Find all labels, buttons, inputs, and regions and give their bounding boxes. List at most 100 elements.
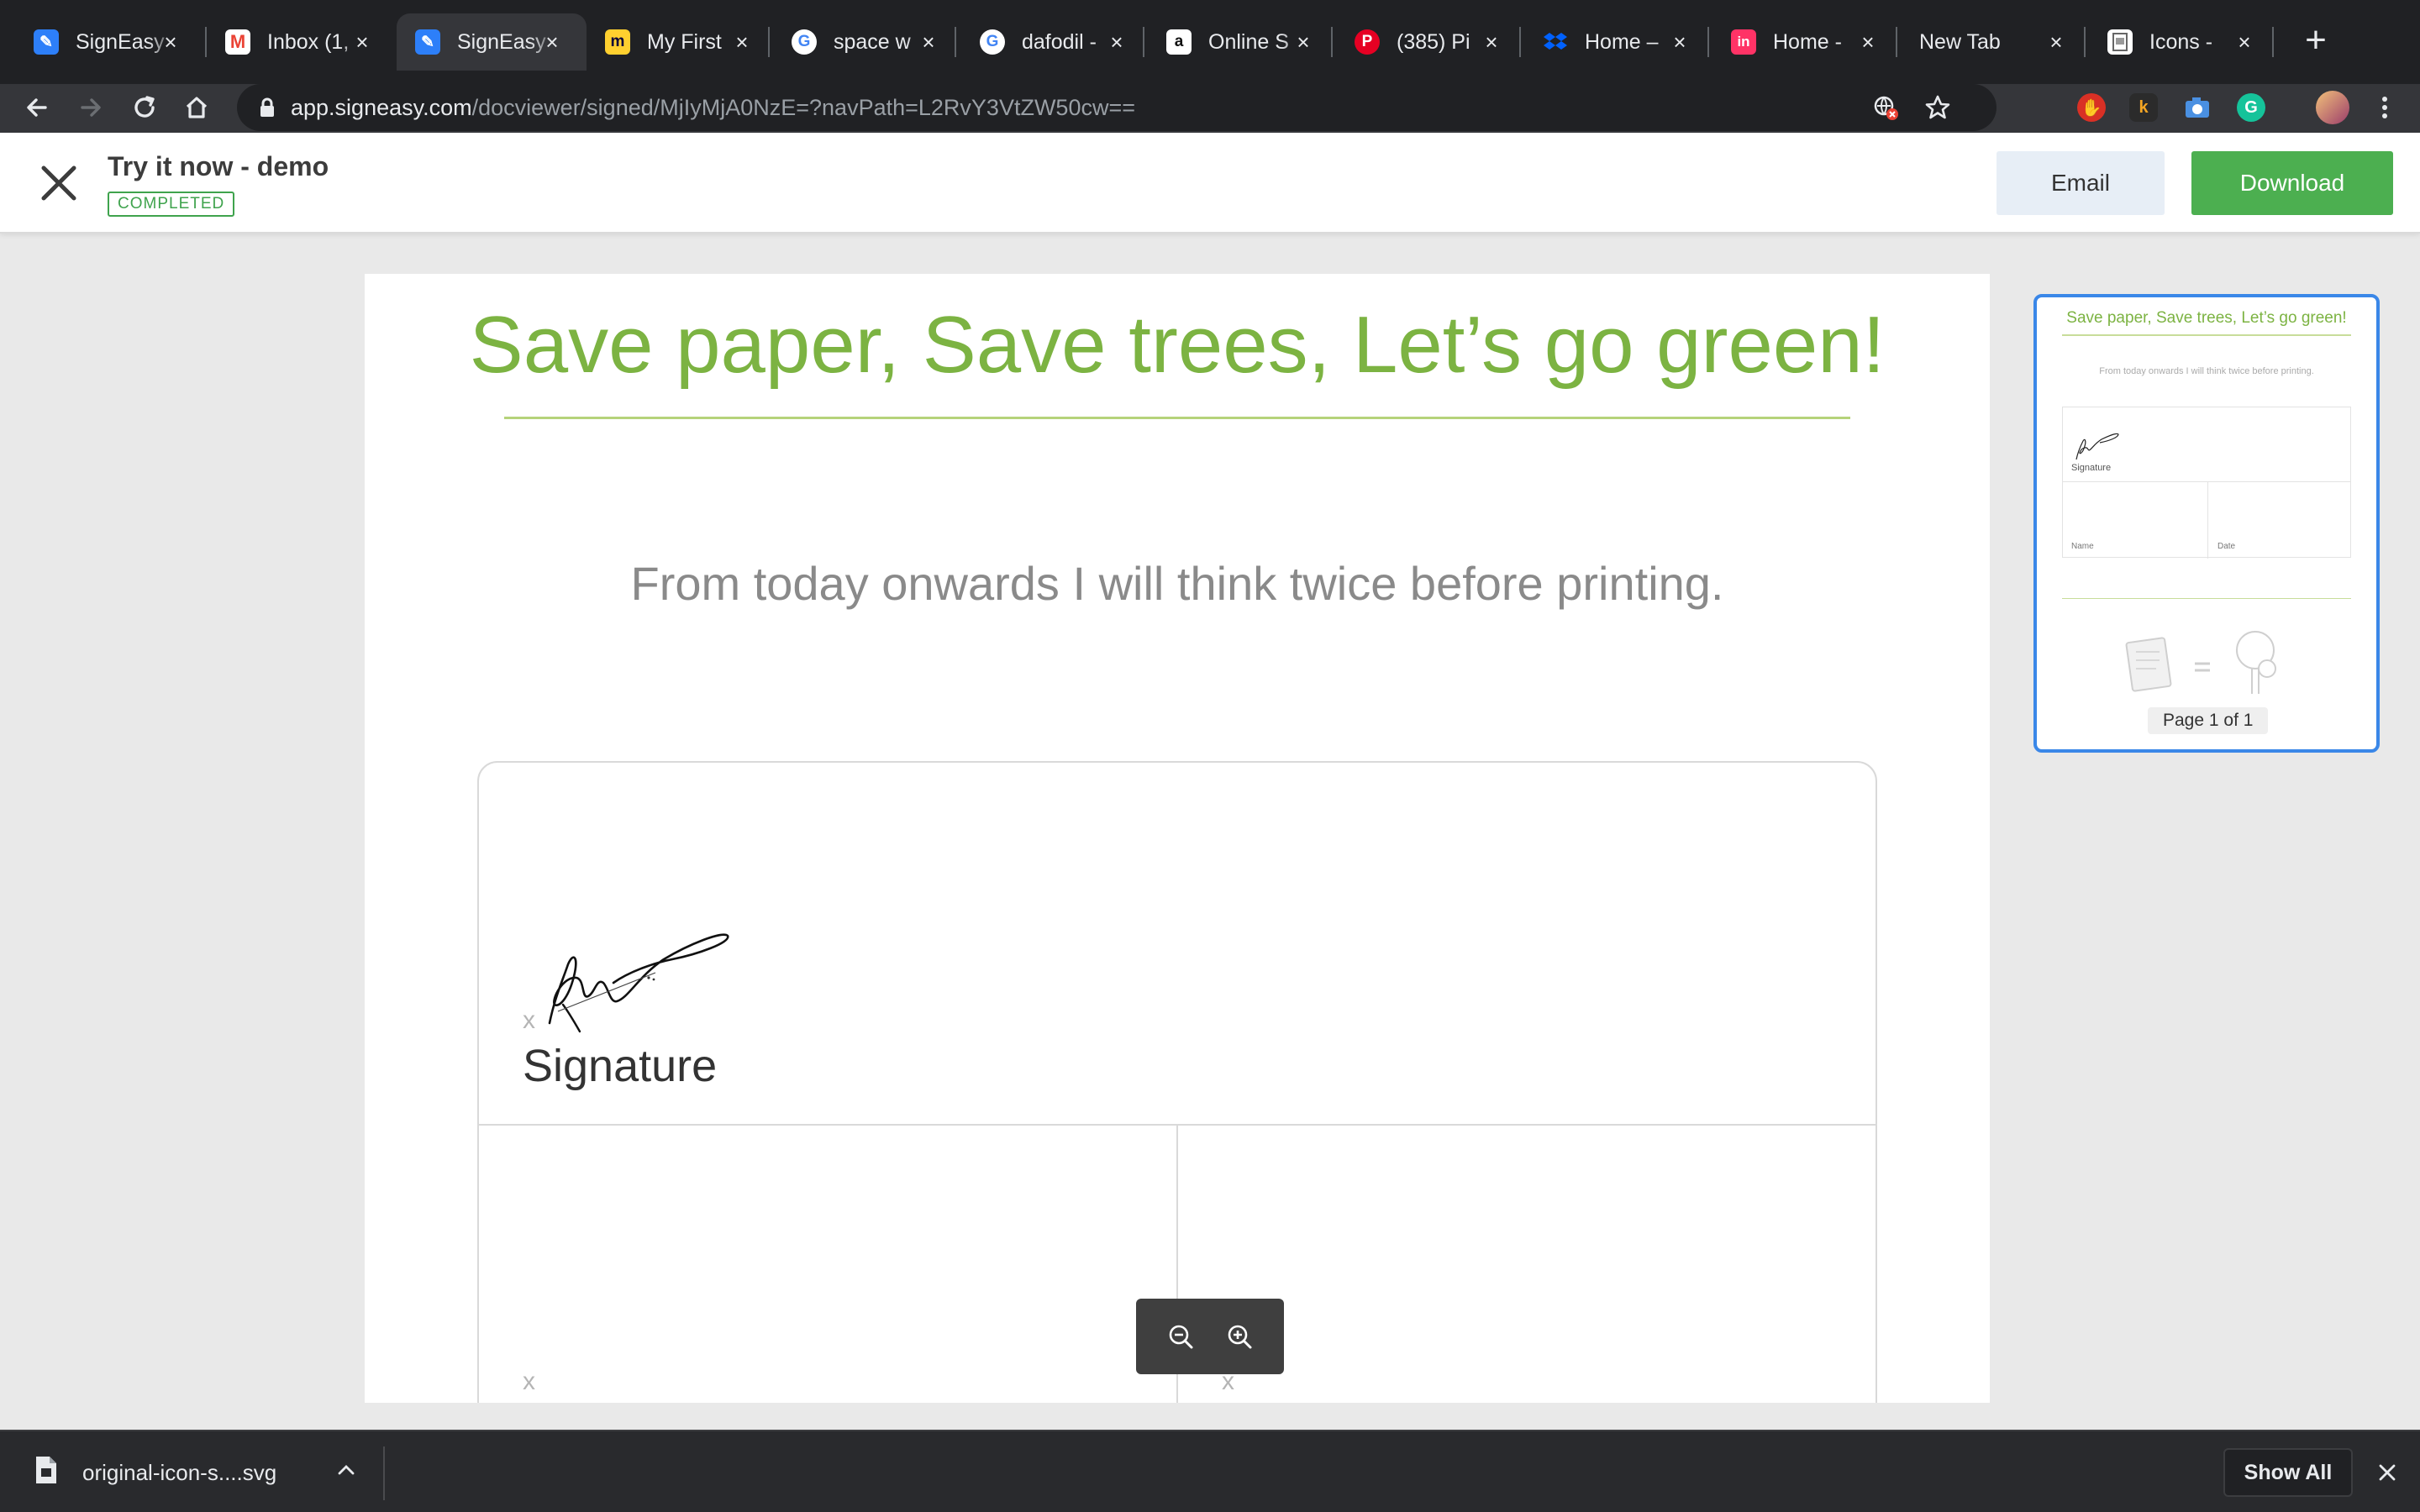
close-tab-icon[interactable]: × [1667, 29, 1692, 55]
forward-button[interactable] [71, 87, 111, 128]
browser-tab-active[interactable]: ✎ SignEasy × [397, 13, 587, 71]
tab-separator [1519, 27, 1521, 57]
zoom-in-button[interactable] [1218, 1315, 1261, 1358]
miro-icon: m [605, 29, 630, 55]
blocked-content-icon[interactable] [1872, 94, 1899, 121]
browser-tab[interactable]: G dafodil - × [961, 13, 1151, 71]
download-button[interactable]: Download [2191, 151, 2393, 215]
reload-button[interactable] [124, 87, 165, 128]
thumbnail-name-label: Name [2071, 542, 2094, 551]
close-tab-icon[interactable]: × [916, 29, 941, 55]
reload-icon [134, 96, 155, 118]
url-text: app.signeasy.com/docviewer/signed/MjIyMj… [291, 95, 1135, 121]
file-icon [36, 1457, 56, 1483]
url-path: /docviewer/signed/MjIyMjA0NzE=?navPath=L… [471, 95, 1135, 120]
lock-icon [260, 97, 274, 117]
home-button[interactable] [176, 87, 217, 128]
close-tab-icon[interactable]: × [2232, 29, 2257, 55]
tab-separator [1143, 27, 1144, 57]
close-tab-icon[interactable]: × [158, 29, 183, 55]
document-page: Save paper, Save trees, Let’s go green! … [365, 274, 1990, 1403]
browser-tab[interactable]: a Online S × [1148, 13, 1338, 71]
tab-separator [955, 27, 956, 57]
thumbnail-subheading: From today onwards I will think twice be… [2099, 366, 2314, 376]
browser-tab[interactable]: Icons - × [2089, 13, 2279, 71]
thumbnail-signature-image [2075, 433, 2119, 460]
tab-separator [1707, 27, 1709, 57]
thumbnail-row-divider [2063, 481, 2350, 482]
thumbnail-bottom-divider [2062, 598, 2351, 599]
close-tab-icon[interactable]: × [1104, 29, 1129, 55]
google-icon: G [980, 29, 1005, 55]
browser-tab[interactable]: G space w × [773, 13, 963, 71]
page-icon [2107, 29, 2133, 55]
browser-tab[interactable]: ✎ SignEasy × [15, 13, 205, 71]
close-tab-icon[interactable]: × [1291, 29, 1316, 55]
home-icon [186, 97, 208, 118]
browser-menu-button[interactable] [2365, 87, 2405, 128]
document-viewer-header: Try it now - demo COMPLETED Email Downlo… [0, 133, 2420, 234]
heading-divider [504, 417, 1850, 419]
forward-arrow-icon [81, 98, 101, 117]
tab-separator [1331, 27, 1333, 57]
signeasy-icon: ✎ [415, 29, 440, 55]
close-tab-icon[interactable]: × [729, 29, 755, 55]
screenshot-extension-icon[interactable] [2183, 93, 2212, 122]
downloaded-file-name[interactable]: original-icon-s....svg [82, 1460, 276, 1486]
paper-equals-tree-illustration [2125, 631, 2276, 694]
email-button[interactable]: Email [1996, 151, 2165, 215]
profile-avatar[interactable] [2316, 91, 2349, 124]
zoom-out-button[interactable] [1159, 1315, 1202, 1358]
browser-tab[interactable]: New Tab × [1901, 13, 2091, 71]
keepa-extension-icon[interactable]: k [2129, 93, 2158, 122]
tab-title: New Tab [1919, 29, 2001, 54]
page-indicator: Page 1 of 1 [2148, 707, 2269, 734]
chevron-up-icon[interactable] [334, 1458, 358, 1482]
document-heading: Save paper, Save trees, Let’s go green! [469, 300, 1886, 390]
gmail-icon: M [225, 29, 250, 55]
zoom-out-icon [1169, 1325, 1193, 1349]
kebab-menu-icon [2382, 97, 2387, 118]
thumbnail-column-divider [2207, 481, 2208, 559]
browser-tab[interactable]: M Inbox (1, × [207, 13, 397, 71]
page-thumbnail[interactable]: Save paper, Save trees, Let’s go green! … [2033, 294, 2380, 753]
close-tab-icon[interactable]: × [1855, 29, 1881, 55]
close-shelf-icon[interactable] [2375, 1460, 2400, 1485]
close-tab-icon[interactable]: × [350, 29, 375, 55]
pinterest-icon: P [1355, 29, 1380, 55]
back-button[interactable] [17, 87, 57, 128]
tab-separator [768, 27, 770, 57]
show-all-downloads-button[interactable]: Show All [2223, 1448, 2353, 1497]
browser-tab[interactable]: P (385) Pi × [1336, 13, 1526, 71]
signature-label: Signature [523, 1041, 718, 1091]
browser-tab[interactable]: in Home - × [1712, 13, 1902, 71]
signature-line-marker: x [523, 1006, 535, 1034]
close-tab-icon[interactable]: × [2044, 29, 2069, 55]
browser-tab[interactable]: Home – × [1524, 13, 1714, 71]
invision-icon: in [1731, 29, 1756, 55]
back-arrow-icon [27, 98, 47, 117]
amazon-icon: a [1166, 29, 1192, 55]
signeasy-icon: ✎ [34, 29, 59, 55]
download-shelf: original-icon-s....svg Show All [0, 1430, 2420, 1512]
close-tab-icon[interactable]: × [1479, 29, 1504, 55]
close-icon[interactable] [37, 161, 81, 205]
address-bar[interactable]: app.signeasy.com/docviewer/signed/MjIyMj… [237, 84, 1996, 131]
adblock-extension-icon[interactable]: ✋ [2077, 93, 2106, 122]
tab-separator [2272, 27, 2274, 57]
thumbnail-date-label: Date [2217, 542, 2236, 551]
signature-image [548, 933, 729, 1033]
dropbox-icon [1543, 29, 1568, 55]
status-badge: COMPLETED [108, 192, 235, 217]
thumbnail-form-box: Signature Name Date [2062, 407, 2351, 559]
grammarly-extension-icon[interactable]: G [2237, 93, 2265, 122]
thumbnail-divider [2062, 334, 2351, 336]
tab-separator [1896, 27, 1897, 57]
document-title: Try it now - demo [108, 151, 329, 181]
close-tab-icon[interactable]: × [539, 29, 565, 55]
new-tab-button[interactable]: + [2297, 22, 2334, 60]
shelf-separator [383, 1446, 385, 1500]
bookmark-star-icon[interactable] [1924, 94, 1951, 121]
tab-separator [2084, 27, 2086, 57]
browser-tab[interactable]: m My First × [587, 13, 776, 71]
